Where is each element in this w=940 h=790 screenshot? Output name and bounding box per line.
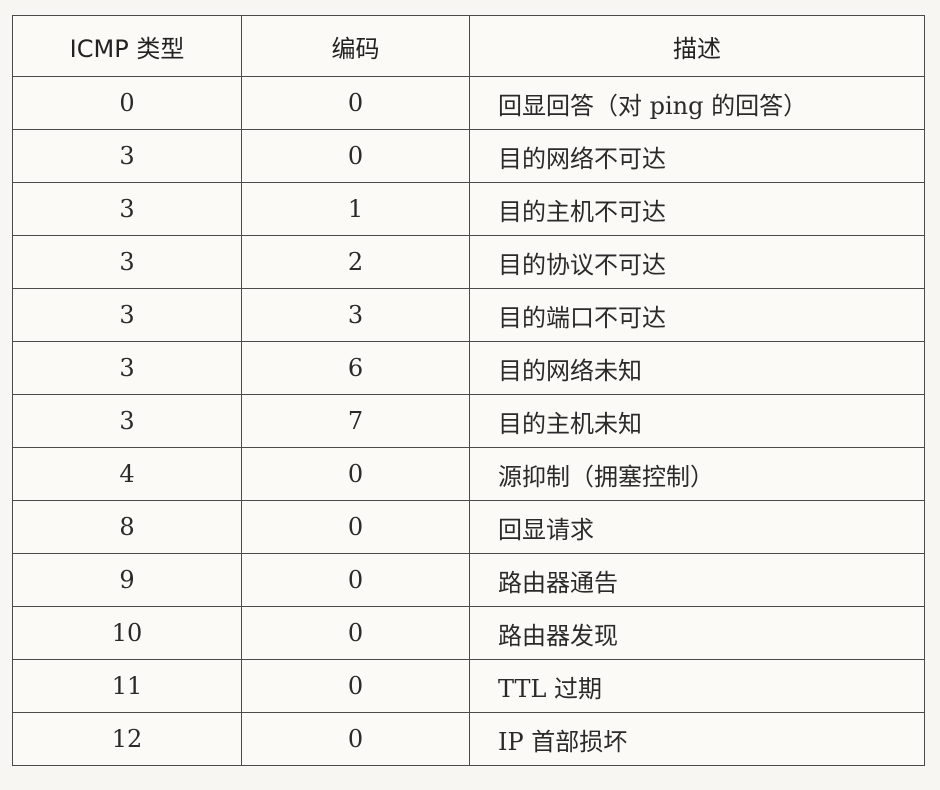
table-row: 3 2 目的协议不可达 [12,235,925,289]
cell-code: 0 [241,447,470,501]
cell-type: 3 [12,394,242,448]
cell-type: 9 [12,553,242,607]
cell-code: 0 [241,500,470,554]
cell-type: 3 [12,182,242,236]
cell-type: 3 [12,235,242,289]
cell-description: 回显请求 [469,500,925,554]
cell-code: 0 [241,129,470,183]
cell-type: 0 [12,76,242,130]
cell-description: IP 首部损坏 [469,712,925,766]
cell-description: 路由器通告 [469,553,925,607]
cell-code: 0 [241,712,470,766]
cell-type: 11 [12,659,242,713]
cell-description: 路由器发现 [469,606,925,660]
table-row: 12 0 IP 首部损坏 [12,712,925,766]
cell-description: 目的网络不可达 [469,129,925,183]
cell-code: 0 [241,606,470,660]
table-header-row: ICMP 类型 编码 描述 [12,15,925,77]
cell-description: 目的协议不可达 [469,235,925,289]
cell-description: 目的主机不可达 [469,182,925,236]
cell-code: 0 [241,76,470,130]
table-row: 4 0 源抑制（拥塞控制） [12,447,925,501]
table-row: 3 3 目的端口不可达 [12,288,925,342]
cell-code: 3 [241,288,470,342]
table-row: 3 6 目的网络未知 [12,341,925,395]
table-row: 8 0 回显请求 [12,500,925,554]
table-row: 3 0 目的网络不可达 [12,129,925,183]
icmp-table: ICMP 类型 编码 描述 0 0 回显回答（对 ping 的回答） 3 0 目… [12,15,925,766]
cell-type: 12 [12,712,242,766]
table-row: 3 7 目的主机未知 [12,394,925,448]
cell-code: 6 [241,341,470,395]
cell-type: 3 [12,341,242,395]
table-row: 11 0 TTL 过期 [12,659,925,713]
cell-description: 目的主机未知 [469,394,925,448]
header-icmp-type: ICMP 类型 [12,15,242,77]
page: ICMP 类型 编码 描述 0 0 回显回答（对 ping 的回答） 3 0 目… [0,0,940,790]
table-row: 9 0 路由器通告 [12,553,925,607]
cell-code: 0 [241,553,470,607]
cell-type: 10 [12,606,242,660]
cell-code: 2 [241,235,470,289]
cell-description: 目的端口不可达 [469,288,925,342]
table-row: 3 1 目的主机不可达 [12,182,925,236]
cell-description: 目的网络未知 [469,341,925,395]
cell-type: 3 [12,129,242,183]
cell-description: TTL 过期 [469,659,925,713]
cell-code: 7 [241,394,470,448]
header-description: 描述 [469,15,925,77]
cell-type: 3 [12,288,242,342]
cell-description: 回显回答（对 ping 的回答） [469,76,925,130]
cell-code: 0 [241,659,470,713]
table-row: 10 0 路由器发现 [12,606,925,660]
table-row: 0 0 回显回答（对 ping 的回答） [12,76,925,130]
cell-type: 8 [12,500,242,554]
cell-type: 4 [12,447,242,501]
cell-code: 1 [241,182,470,236]
header-code: 编码 [241,15,470,77]
cell-description: 源抑制（拥塞控制） [469,447,925,501]
